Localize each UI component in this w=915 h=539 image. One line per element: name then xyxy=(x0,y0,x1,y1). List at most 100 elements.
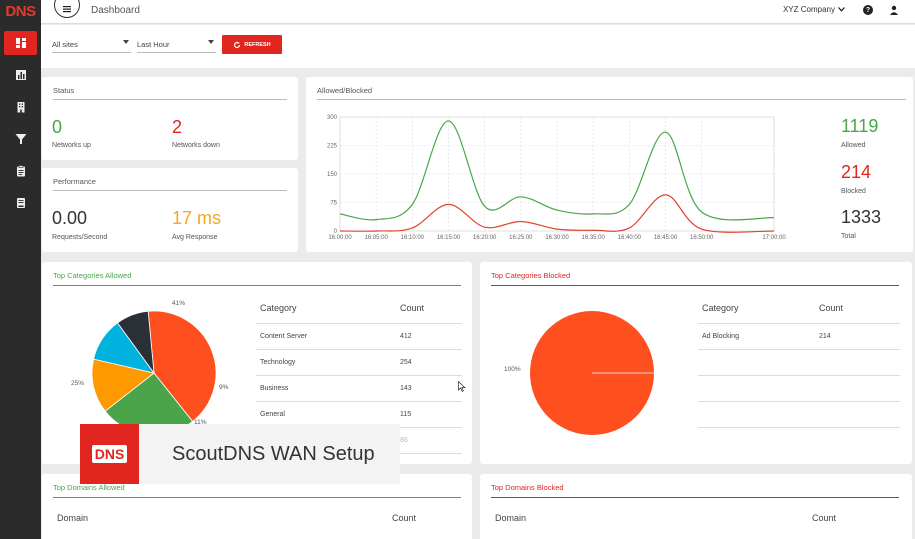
column-header-category: Category xyxy=(256,293,396,324)
column-header-count: Count xyxy=(392,513,417,523)
x-tick-label: 16:25:00 xyxy=(509,235,533,241)
allowed-total-label: Allowed xyxy=(841,142,866,149)
allowed-total-value: 1119 xyxy=(841,116,879,136)
column-header-count: Count xyxy=(815,293,900,324)
column-header-category: Category xyxy=(698,293,815,324)
x-tick-label: 16:00:00 xyxy=(328,235,352,241)
status-title: Status xyxy=(53,86,75,95)
bar-chart-icon[interactable] xyxy=(4,63,37,87)
performance-title: Performance xyxy=(53,177,96,186)
count-cell: 143 xyxy=(396,375,462,402)
site-select[interactable]: All sites xyxy=(52,37,131,53)
category-cell: Technology xyxy=(256,349,396,376)
x-tick-label: 16:50:00 xyxy=(690,235,714,241)
caret-down-icon xyxy=(208,40,214,44)
count-cell: 214 xyxy=(815,323,900,350)
video-title-banner: DNS ScoutDNS WAN Setup xyxy=(80,424,400,484)
user-icon[interactable] xyxy=(889,5,899,15)
building-icon[interactable] xyxy=(4,95,37,119)
time-range-value: Last Hour xyxy=(137,40,170,49)
allowed-blocked-line-chart: 07515022530016:00:00 16:05:00 16:10:00 16:1… xyxy=(327,115,786,241)
scoutdns-logo[interactable]: DNS xyxy=(0,0,41,22)
allowed-blocked-card: Allowed/Blocked 0 75 150 225 300 16:00:00 16:0… xyxy=(306,77,913,252)
grand-total-value: 1333 xyxy=(841,207,882,227)
count-cell: 86 xyxy=(396,427,462,454)
grand-total-label: Total xyxy=(841,233,856,240)
x-tick-label: 16:35:00 xyxy=(581,235,605,241)
requests-per-second-label: Requests/Second xyxy=(52,234,108,241)
x-tick-label: 16:30:00 xyxy=(545,235,569,241)
company-selector[interactable]: XYZ Company xyxy=(783,5,845,14)
requests-per-second-value: 0.00 xyxy=(52,208,88,228)
pie-label-25: 25% xyxy=(71,380,85,387)
y-tick-label: 225 xyxy=(327,144,338,150)
pie-label-41: 41% xyxy=(172,300,186,307)
y-tick-label: 75 xyxy=(330,201,337,207)
column-header-count: Count xyxy=(396,293,462,324)
count-cell: 254 xyxy=(396,349,462,376)
refresh-label: REFRESH xyxy=(244,41,271,48)
table-row[interactable]: Ad Blocking 214 xyxy=(698,323,900,350)
networks-down-value: 2 xyxy=(172,117,183,137)
menu-button[interactable] xyxy=(54,0,80,18)
top-categories-blocked-card: Top Categories Blocked 100% Category Cou… xyxy=(480,262,912,464)
site-select-value: All sites xyxy=(52,40,78,49)
top-domains-blocked-title: Top Domains Blocked xyxy=(491,483,564,492)
scoutdns-banner-logo: DNS xyxy=(80,424,139,484)
table-row[interactable]: Technology 254 xyxy=(256,349,462,376)
table-row-empty xyxy=(698,401,900,428)
avg-response-label: Avg Response xyxy=(172,234,218,241)
y-tick-label: 300 xyxy=(327,115,338,121)
column-header-count: Count xyxy=(812,513,837,523)
table-row[interactable]: Content Server 412 xyxy=(256,323,462,350)
book-icon[interactable] xyxy=(4,191,37,215)
categories-blocked-table: Category Count Ad Blocking 214 xyxy=(698,293,900,428)
mouse-cursor-icon xyxy=(458,381,466,392)
blocked-total-label: Blocked xyxy=(841,188,866,195)
top-categories-allowed-title: Top Categories Allowed xyxy=(53,271,132,280)
allowed-blocked-title: Allowed/Blocked xyxy=(317,86,373,95)
page-title: Dashboard xyxy=(91,5,140,16)
filter-bar: All sites Last Hour REFRESH xyxy=(41,25,915,68)
y-tick-label: 150 xyxy=(327,172,338,178)
x-tick-label: 16:20:00 xyxy=(473,235,497,241)
chevron-down-icon xyxy=(838,7,845,12)
networks-up-label: Networks up xyxy=(52,142,91,149)
category-cell: Business xyxy=(256,375,396,402)
table-row-empty xyxy=(698,375,900,402)
x-tick-label: 16:05:00 xyxy=(364,235,388,241)
pie-label-9: 9% xyxy=(219,384,229,391)
top-domains-allowed-title: Top Domains Allowed xyxy=(53,483,125,492)
time-range-select[interactable]: Last Hour xyxy=(137,37,216,53)
table-row[interactable]: Business 143 xyxy=(256,375,462,402)
column-header-domain: Domain xyxy=(495,513,527,523)
top-bar: Dashboard XYZ Company ? xyxy=(41,0,915,24)
x-tick-label: 16:40:00 xyxy=(618,235,642,241)
performance-card: Performance 0.00 Requests/Second 17 ms A… xyxy=(42,168,298,252)
x-tick-label: 16:10:00 xyxy=(401,235,425,241)
networks-down-label: Networks down xyxy=(172,142,220,149)
column-header-domain: Domain xyxy=(57,513,89,523)
top-domains-blocked-card: Top Domains Blocked Domain Count xyxy=(480,474,912,539)
company-name: XYZ Company xyxy=(782,5,835,14)
refresh-button[interactable]: REFRESH xyxy=(222,35,282,54)
pie-label-100: 100% xyxy=(504,366,521,373)
x-tick-label: 17:00:00 xyxy=(762,235,786,241)
sidebar: DNS xyxy=(0,0,41,539)
dashboard-icon[interactable] xyxy=(4,31,37,55)
caret-down-icon xyxy=(123,40,129,44)
status-card: Status 0 Networks up 2 Networks down xyxy=(42,77,298,160)
refresh-icon xyxy=(234,41,241,48)
help-icon[interactable]: ? xyxy=(863,5,873,15)
table-row-empty xyxy=(698,349,900,376)
x-tick-label: 16:15:00 xyxy=(437,235,461,241)
top-categories-blocked-title: Top Categories Blocked xyxy=(491,271,571,280)
count-cell: 412 xyxy=(396,323,462,350)
x-tick-label: 16:45:00 xyxy=(654,235,678,241)
avg-response-value: 17 ms xyxy=(172,208,222,228)
filter-icon[interactable] xyxy=(4,127,37,151)
category-cell: Ad Blocking xyxy=(698,323,815,350)
menu-icon xyxy=(63,6,71,13)
networks-up-value: 0 xyxy=(52,117,63,137)
clipboard-icon[interactable] xyxy=(4,159,37,183)
